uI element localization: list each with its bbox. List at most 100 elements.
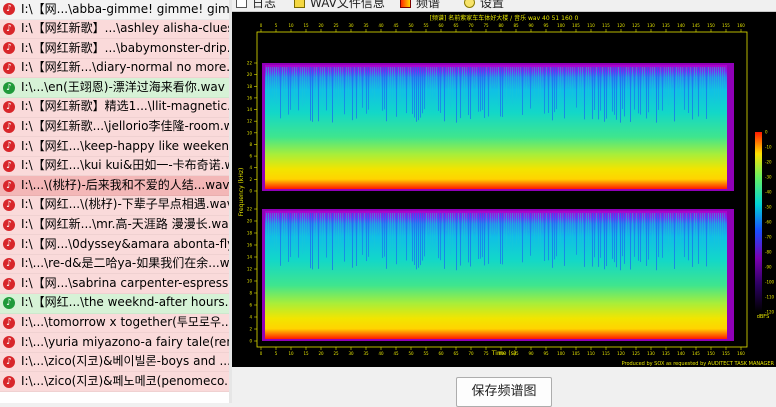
spectrogram-texture (654, 67, 655, 103)
colorbar-tick-label: -100 (765, 280, 775, 285)
spectrogram-texture (666, 67, 667, 93)
music-note-icon: ♪ (3, 375, 15, 388)
spectrogram-texture (424, 67, 425, 110)
spectrogram-texture (534, 213, 535, 247)
spectrogram-texture (374, 67, 375, 102)
spectrogram-texture (324, 213, 325, 253)
spectrogram-texture (624, 67, 625, 117)
freq-tick-label: 14 (247, 255, 253, 260)
spectrogram-texture (424, 213, 425, 257)
spectrogram-texture (502, 213, 503, 265)
file-path: I:\【网红新歌】...\ashley alisha-clues.wav (21, 21, 229, 36)
spectrogram-texture (668, 67, 669, 105)
freq-tick-label: 8 (249, 291, 252, 296)
spectrogram-texture (414, 67, 415, 118)
spectrogram-texture (544, 67, 545, 114)
file-list-item[interactable]: ♪ I:\【网红新歌】...\babymonster-drip.wav (0, 39, 229, 59)
freq-tick-label: 18 (247, 231, 253, 236)
spectrogram-texture (364, 213, 365, 247)
spectrogram-texture (680, 67, 681, 100)
file-list-item[interactable]: ♪ I:\【网...\abba-gimme! gimme! gimme!.wav (0, 0, 229, 20)
music-note-icon: ♪ (3, 199, 15, 212)
tab-wav-info[interactable]: WAV文件信息 (294, 0, 385, 10)
tab-spectrum-label: 频谱 (416, 0, 441, 10)
spectrogram-texture (346, 67, 347, 99)
file-list-item[interactable]: ♪ I:\...\zico(지코)&페노메코(penomeco...wav (0, 372, 229, 392)
spectrogram-texture (676, 67, 677, 105)
time-tick-label: 90 (528, 351, 534, 356)
spectrogram-texture (268, 67, 269, 107)
spectrogram-texture (358, 67, 359, 103)
music-note-icon: ♪ (3, 316, 15, 329)
file-list[interactable]: ♪I:\【网...\abba-gimme! gimme! gimme!.wav♪… (0, 0, 230, 403)
spectrogram-texture (662, 213, 663, 258)
freq-tick-label: 16 (247, 243, 253, 248)
spectrogram-texture (638, 213, 639, 261)
colorbar-tick-label: -40 (765, 190, 772, 195)
spectrogram-texture (532, 213, 533, 235)
spectrogram-texture (522, 67, 523, 115)
tab-spectrum[interactable]: 频谱 (400, 0, 440, 10)
settings-icon (464, 0, 475, 8)
spectrogram-texture (598, 67, 599, 120)
file-list-item[interactable]: ♪ I:\【网红新...\mr.高-天涯路 漫漫长.wav (0, 215, 229, 236)
spectrogram-texture (314, 67, 315, 90)
freq-tick-label: 10 (247, 130, 253, 135)
file-list-item[interactable]: ♪ I:\【网红新...\diary-normal no more.wav (0, 58, 229, 79)
spectrogram-texture (436, 213, 437, 247)
file-list-item[interactable]: ♪ I:\【网红...\(桃杍)-下辈子早点相遇.wav (0, 195, 229, 216)
tab-settings[interactable]: 设置 (464, 0, 504, 10)
spectrogram-texture (498, 67, 499, 106)
file-list-item[interactable]: ♪ I:\【网红新歌】精选1...\llit-magnetic.wav (0, 97, 229, 118)
file-list-item[interactable]: ♪ I:\...\zico(지코)&베이빌론-boys and ...wav (0, 352, 229, 373)
spectrogram-texture (678, 213, 679, 233)
spectrogram-texture (480, 67, 481, 112)
file-list-item[interactable]: ♪ I:\【网红...\kui kui&田如一-卡布奇诺.wav (0, 156, 229, 177)
spectrogram-texture (328, 213, 329, 243)
spectrogram-texture (420, 67, 421, 118)
spectrogram-texture (596, 67, 597, 104)
file-list-item[interactable]: ♪ I:\【网红...\keep-happy like weekend.wav (0, 137, 229, 157)
file-list-item[interactable]: ♪ I:\...\yuria miyazono-a fairy tale(rem.… (0, 333, 229, 353)
file-list-item[interactable]: ♪ I:\【网...\sabrina carpenter-espresso.wav (0, 274, 229, 294)
spectrogram-texture (654, 213, 655, 250)
file-list-item[interactable]: ♪ I:\【网...\0dyssey&amara abonta-fly.wav (0, 235, 229, 255)
spectrogram-texture (414, 213, 415, 265)
spectrogram-texture (398, 67, 399, 102)
spectrogram-texture (608, 213, 609, 248)
time-tick-label: 60 (438, 351, 444, 356)
time-tick-label: 105 (572, 351, 580, 356)
spectrogram-texture (358, 213, 359, 250)
file-list-item[interactable]: ♪ I:\...\(桃杍)-后来我和不爱的人结...wav (0, 176, 229, 196)
spectrogram-texture (416, 67, 417, 122)
spectrogram-texture (432, 213, 433, 246)
file-list-item[interactable]: ♪ I:\【网红...\the weeknd-after hours.wav (0, 293, 229, 314)
file-list-item[interactable]: ♪ I:\【网红新歌】...\ashley alisha-clues.wav (0, 19, 229, 40)
time-tick-label: 100 (557, 23, 565, 28)
spectrogram-texture (516, 213, 517, 246)
file-list-item[interactable]: ♪ I:\...\tomorrow x together(투모로우...wav (0, 313, 229, 334)
spectrogram-texture (490, 213, 491, 238)
spectrogram-texture (546, 213, 547, 249)
spectrogram-texture (622, 67, 623, 109)
spectrogram-texture (634, 213, 635, 257)
file-list-item[interactable]: ♪ I:\【网红新歌...\jellorio李佳隆-room.wav (0, 117, 229, 138)
file-list-item[interactable]: ♪ I:\...\en(王翊恩)-漂洋过海来看你.wav (0, 78, 229, 98)
spectrogram-texture (348, 213, 349, 245)
spectrogram-texture (474, 213, 475, 232)
file-path: I:\...\en(王翊恩)-漂洋过海来看你.wav (21, 79, 225, 94)
spectrogram-texture (672, 213, 673, 232)
spectrogram-texture (386, 67, 387, 122)
tab-log[interactable]: 日志 (236, 0, 276, 10)
file-list-item[interactable]: ♪ I:\...\re-d&是二哈ya-如果我们在余...wav (0, 254, 229, 275)
time-tick-label: 25 (333, 351, 339, 356)
spectrogram-texture (392, 67, 393, 104)
spectrogram-texture (406, 213, 407, 261)
spectrogram-texture (380, 213, 381, 248)
spectrogram-texture (378, 67, 379, 87)
spectrogram-texture (546, 67, 547, 102)
time-tick-label: 100 (557, 351, 565, 356)
spectrogram-texture (292, 213, 293, 235)
spectrogram-texture (508, 67, 509, 87)
time-tick-label: 85 (513, 23, 519, 28)
